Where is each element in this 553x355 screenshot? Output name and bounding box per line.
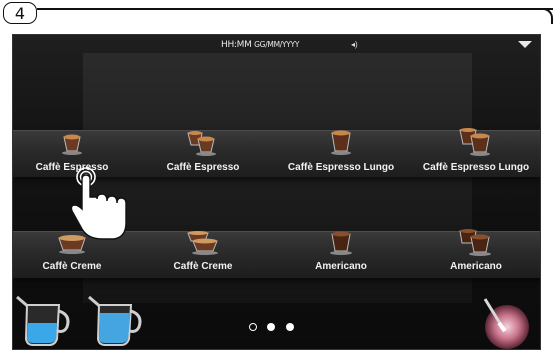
drink-button-americano[interactable]: Americano	[282, 228, 400, 272]
drink-button-caffe-espresso-double[interactable]: Caffè Espresso	[144, 125, 262, 173]
drink-button-caffe-espresso-lungo-double[interactable]: Caffè Espresso Lungo	[417, 125, 535, 173]
page-indicator[interactable]	[249, 318, 300, 336]
hand-tap-icon	[70, 167, 127, 240]
double-tall-cup-icon	[459, 229, 491, 256]
page-dot-1[interactable]	[249, 323, 257, 331]
volume-icon[interactable]: ◂)	[351, 40, 358, 49]
drink-label: Americano	[315, 261, 367, 272]
frame-line	[37, 8, 553, 24]
machine-display: HH:MM GG/MM/YYYY ◂) Caffè Espresso Caffè…	[12, 34, 541, 350]
drink-label: Caffè Creme	[42, 261, 102, 272]
tall-cup-icon	[330, 231, 352, 255]
medium-cup-icon	[331, 130, 351, 155]
date-text: GG/MM/YYYY	[254, 40, 300, 49]
drink-label: Caffè Espresso Lungo	[422, 162, 530, 173]
page-dot-2[interactable]	[267, 323, 276, 331]
page-dot-3[interactable]	[285, 323, 294, 331]
drink-label: Caffè Creme	[173, 261, 233, 272]
time-text: HH:MM	[221, 40, 252, 50]
drink-label: Americano	[450, 261, 502, 272]
drink-button-americano-double[interactable]: Americano	[417, 228, 535, 272]
hot-water-jug-icon[interactable]	[12, 291, 75, 349]
double-small-cup-icon	[187, 131, 216, 156]
small-cup-icon	[62, 134, 82, 155]
double-medium-cup-icon	[459, 128, 490, 156]
drink-button-caffe-espresso-lungo[interactable]: Caffè Espresso Lungo	[282, 125, 400, 173]
milk-jug-icon[interactable]	[83, 291, 147, 349]
drink-label: Caffè Espresso	[166, 162, 240, 173]
menu-arrow-icon[interactable]	[518, 41, 532, 48]
drink-button-caffe-creme-double[interactable]: Caffè Creme	[144, 228, 262, 272]
status-bar: HH:MM GG/MM/YYYY ◂)	[13, 35, 540, 57]
clock: HH:MM GG/MM/YYYY	[221, 40, 299, 50]
double-wide-cup-icon	[187, 231, 218, 255]
drink-label: Caffè Espresso Lungo	[287, 162, 395, 173]
steam-wand-icon[interactable]	[475, 295, 535, 350]
step-number-badge: 4	[3, 2, 37, 24]
